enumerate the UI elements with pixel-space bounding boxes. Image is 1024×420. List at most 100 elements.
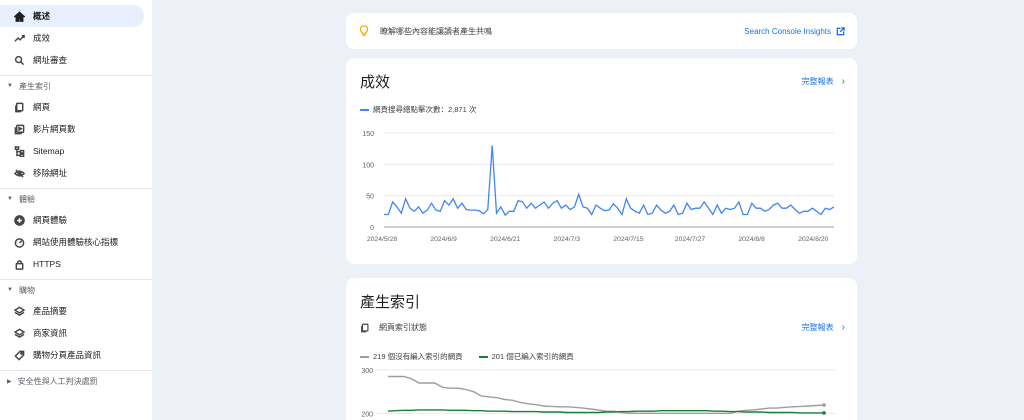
sidebar-section-title: 體驗 [18, 194, 35, 204]
sidebar-item-label: 網頁 [33, 102, 51, 112]
sidebar-section-title: 購物 [18, 285, 35, 295]
indexing-card: 產生索引 網頁索引狀態 完整報表 › 219 個沒有編入索引的網頁 201 個已… [346, 278, 857, 420]
sidebar-item-merchant-listings[interactable]: 商家資訊 [0, 322, 152, 344]
indexing-legend: 219 個沒有編入索引的網頁 201 個已編入索引的網頁 [360, 351, 590, 362]
sidebar: 概述 成效 網址審查 ▼ 產生索引 網頁 影片網頁數 Sitemap 移除網址 … [0, 0, 152, 420]
legend-indexed[interactable]: 201 個已編入索引的網頁 [478, 351, 574, 362]
sidebar-item-https[interactable]: HTTPS [0, 253, 152, 275]
sidebar-item-product-snippets[interactable]: 產品摘要 [0, 300, 152, 322]
insights-banner: 瞭解哪些內容能讓讀者產生共鳴 Search Console Insights [346, 13, 857, 49]
sidebar-item-label: HTTPS [33, 259, 61, 269]
sidebar-item-sitemap[interactable]: Sitemap [0, 140, 152, 162]
y-tick-label: 300 [361, 368, 373, 375]
page-indexing-label: 網頁索引狀態 [379, 323, 427, 332]
x-tick-label: 2024/7/27 [675, 236, 705, 243]
sidebar-item-video-pages[interactable]: 影片網頁數 [0, 118, 152, 140]
legend-not-indexed[interactable]: 219 個沒有編入索引的網頁 [360, 351, 463, 362]
sidebar-section-experience[interactable]: ▼ 體驗 [0, 188, 152, 209]
sidebar-section-security[interactable]: ▶ 安全性與人工判決處罰 [0, 370, 152, 391]
link-label: Search Console Insights [744, 26, 831, 36]
sidebar-section-indexing[interactable]: ▼ 產生索引 [0, 75, 152, 96]
visibility-off-icon [12, 166, 26, 180]
y-tick-label: 0 [370, 225, 374, 232]
chevron-right-icon: › [841, 322, 845, 333]
search-icon [12, 53, 26, 67]
x-tick-label: 2024/8/8 [738, 236, 765, 243]
sidebar-item-page-experience[interactable]: 網頁體驗 [0, 209, 152, 231]
sitemap-icon [12, 144, 26, 158]
indexing-chart[interactable]: 200 300 [346, 366, 857, 420]
legend-swatch [478, 355, 488, 358]
x-tick-label: 2024/5/28 [367, 236, 397, 243]
not-indexed-series-line [388, 375, 825, 414]
full-report-label: 完整報表 [801, 77, 834, 86]
caret-down-icon: ▼ [7, 196, 13, 202]
sidebar-item-label: 網站使用體驗核心指標 [33, 237, 119, 247]
sidebar-item-performance[interactable]: 成效 [0, 27, 152, 49]
sidebar-item-url-inspection[interactable]: 網址審查 [0, 49, 152, 71]
full-report-label: 完整報表 [801, 323, 834, 332]
x-tick-label: 2024/8/20 [798, 236, 828, 243]
y-tick-label: 50 [366, 194, 374, 201]
legend-swatch [360, 108, 369, 111]
sidebar-item-pages[interactable]: 網頁 [0, 96, 152, 118]
sidebar-item-core-web-vitals[interactable]: 網站使用體驗核心指標 [0, 231, 152, 253]
sidebar-item-removals[interactable]: 移除網址 [0, 162, 152, 184]
sidebar-item-label: 成效 [33, 33, 51, 43]
speed-icon [12, 235, 26, 249]
sidebar-item-label: 概述 [33, 11, 51, 21]
legend-label: 201 個已編入索引的網頁 [491, 352, 574, 361]
trending-icon [12, 31, 26, 45]
page-indexing-header: 網頁索引狀態 [360, 322, 427, 333]
sidebar-section-title: 安全性與人工判決處罰 [17, 376, 98, 386]
x-tick-label: 2024/6/9 [430, 236, 457, 243]
sidebar-item-shopping-tab-listings[interactable]: 購物分頁產品資訊 [0, 344, 152, 366]
indexed-series-line [387, 409, 824, 414]
layers-icon [12, 326, 26, 340]
add-circle-icon [12, 213, 26, 227]
sidebar-section-title: 產生索引 [18, 81, 51, 91]
page-icon [361, 323, 369, 332]
sidebar-item-label: 影片網頁數 [33, 124, 76, 134]
sidebar-item-overview[interactable]: 概述 [0, 5, 144, 27]
indexed-end-point [822, 411, 826, 415]
x-tick-label: 2024/7/15 [613, 236, 643, 243]
sidebar-item-label: 商家資訊 [33, 328, 68, 338]
not-indexed-end-point [822, 403, 826, 407]
layers-icon [12, 304, 26, 318]
caret-down-icon: ▼ [7, 83, 13, 89]
tag-icon [12, 348, 26, 362]
open-in-new-icon [836, 26, 845, 35]
lightbulb-icon [358, 25, 370, 37]
indexing-full-report-link[interactable]: 完整報表 › [802, 322, 845, 333]
y-tick-label: 200 [361, 411, 373, 418]
performance-legend[interactable]: 網頁搜尋總點擊次數：2,871 次 [360, 104, 476, 115]
indexing-title: 產生索引 [360, 294, 421, 311]
home-icon [12, 9, 26, 23]
sidebar-section-shopping[interactable]: ▼ 購物 [0, 279, 152, 300]
legend-label: 網頁搜尋總點擊次數：2,871 次 [373, 105, 477, 114]
y-tick-label: 100 [362, 162, 374, 169]
caret-right-icon: ▶ [7, 378, 12, 385]
x-tick-label: 2024/7/3 [554, 236, 581, 243]
sidebar-item-label: 移除網址 [33, 168, 68, 178]
legend-swatch [360, 355, 369, 358]
sidebar-item-label: 網址審查 [33, 55, 68, 65]
sidebar-item-label: 網頁體驗 [33, 215, 68, 225]
page-icon [12, 100, 26, 114]
x-tick-label: 2024/6/21 [490, 236, 520, 243]
chevron-right-icon: › [841, 76, 845, 87]
sidebar-item-label: 購物分頁產品資訊 [33, 350, 102, 360]
banner-text: 瞭解哪些內容能讓讀者產生共鳴 [380, 26, 492, 36]
performance-full-report-link[interactable]: 完整報表 › [802, 76, 845, 87]
search-console-insights-link[interactable]: Search Console Insights [744, 27, 845, 36]
caret-down-icon: ▼ [7, 287, 13, 293]
sidebar-item-label: Sitemap [33, 146, 65, 156]
sidebar-item-label: 產品摘要 [33, 306, 68, 316]
y-tick-label: 150 [362, 131, 374, 138]
video-page-icon [12, 122, 26, 136]
performance-card: 成效 完整報表 › 網頁搜尋總點擊次數：2,871 次 0 50 100 150 202… [346, 58, 857, 264]
legend-label: 219 個沒有編入索引的網頁 [373, 352, 463, 361]
lock-icon [12, 257, 26, 271]
clicks-series-line [384, 145, 835, 217]
